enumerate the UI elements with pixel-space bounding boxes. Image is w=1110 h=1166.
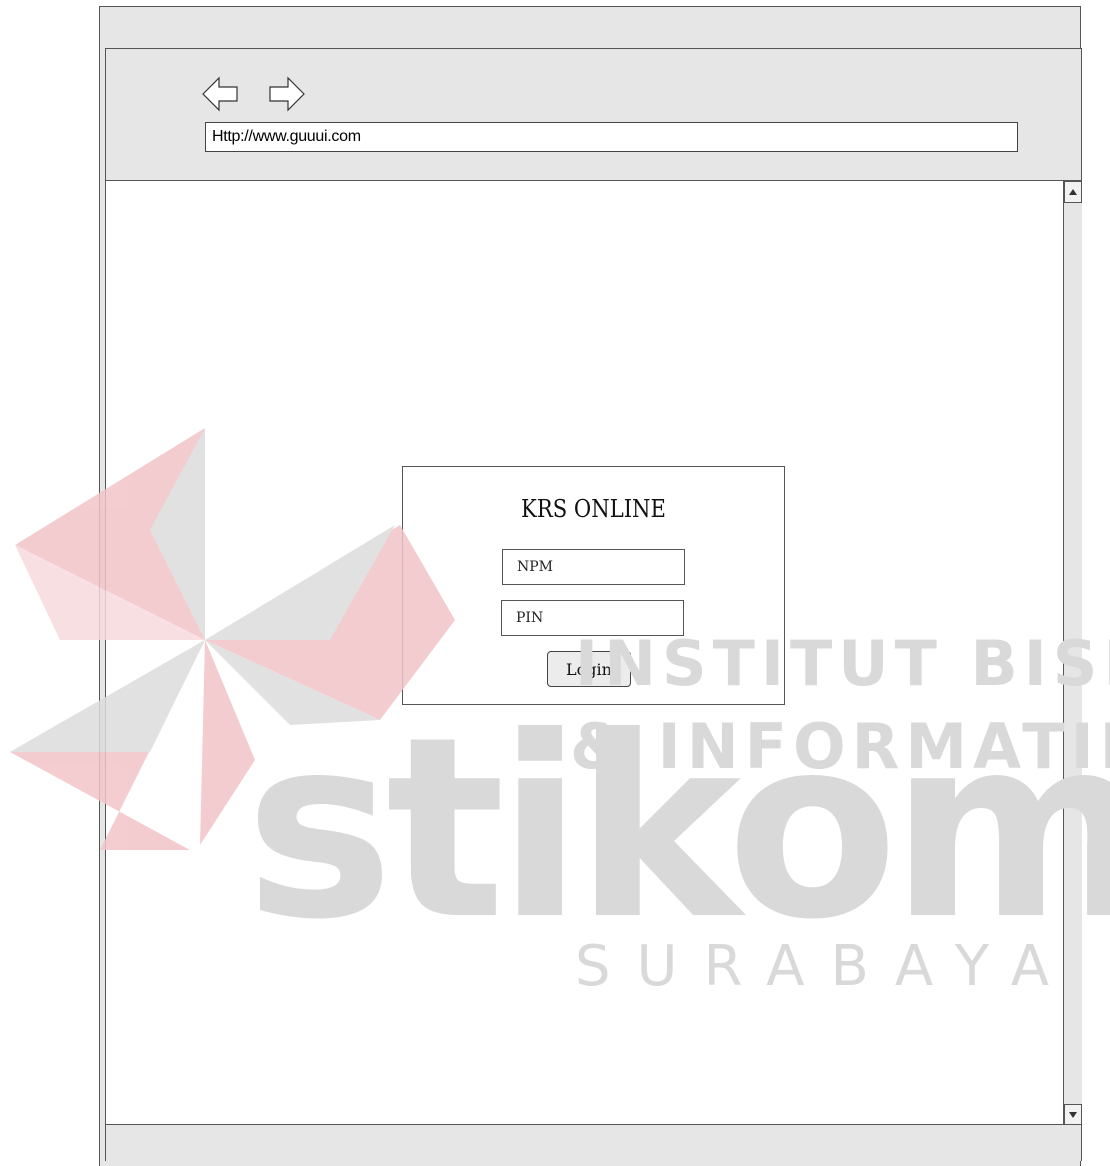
browser-toolbar: Http://www.guuui.com: [106, 49, 1081, 181]
login-panel: KRS ONLINE Login: [402, 466, 785, 705]
left-arrow-icon: [202, 76, 238, 112]
forward-button[interactable]: [266, 76, 306, 112]
npm-input[interactable]: [502, 549, 685, 585]
triangle-up-icon: [1069, 189, 1077, 195]
browser-statusbar: [106, 1124, 1081, 1161]
address-bar[interactable]: Http://www.guuui.com: [205, 122, 1018, 152]
pin-input[interactable]: [501, 600, 684, 636]
page-title: KRS ONLINE: [521, 495, 666, 523]
triangle-down-icon: [1069, 1112, 1077, 1118]
back-button[interactable]: [201, 76, 241, 112]
right-arrow-icon: [269, 76, 305, 112]
browser-window: Http://www.guuui.com KRS ONLINE Login: [105, 48, 1082, 1161]
scroll-up-button[interactable]: [1064, 181, 1082, 203]
page-viewport: KRS ONLINE Login: [106, 181, 1063, 1124]
scroll-down-button[interactable]: [1064, 1104, 1082, 1126]
vertical-scrollbar[interactable]: [1063, 181, 1082, 1126]
login-button[interactable]: Login: [547, 651, 631, 687]
